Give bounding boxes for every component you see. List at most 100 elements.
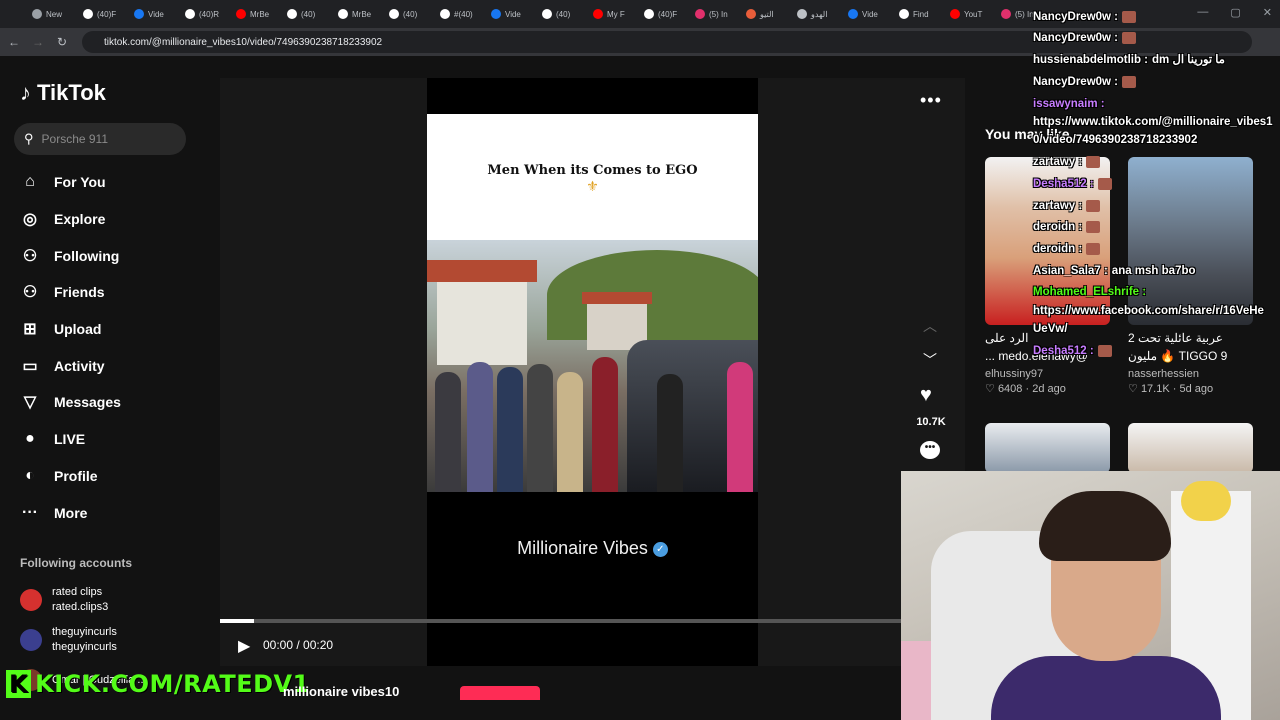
- sidebar-item-profile[interactable]: ◐ Profile: [20, 458, 190, 495]
- tab-label: Find: [913, 9, 929, 19]
- channel-name[interactable]: millionaire vibes10: [283, 684, 399, 699]
- tab-favicon-icon: [695, 9, 705, 19]
- tab-favicon-icon: [389, 9, 399, 19]
- verified-icon: ✓: [652, 541, 668, 557]
- chat-text: ana msh ba7bo: [1111, 265, 1196, 277]
- previous-video-icon[interactable]: ︿: [923, 316, 937, 336]
- tab-favicon-icon: [593, 9, 603, 19]
- sidebar-item-label: LIVE: [54, 431, 86, 448]
- chat-username: zartawy :: [1033, 200, 1083, 212]
- browser-tab[interactable]: (40)F: [638, 0, 689, 28]
- tab-label: Vide: [148, 9, 164, 19]
- compass-icon: ◎: [23, 211, 37, 229]
- browser-tab[interactable]: التيو: [740, 0, 791, 28]
- chat-message: 0/video/7496390238718233902: [1033, 133, 1197, 147]
- tab-favicon-icon: [746, 9, 756, 19]
- tab-label: (40): [556, 9, 571, 19]
- tab-favicon-icon: [542, 9, 552, 19]
- webcam-feed: [901, 471, 1280, 720]
- browser-tab[interactable]: (40): [281, 0, 332, 28]
- forward-icon[interactable]: →: [26, 35, 50, 49]
- chat-username: NancyDrew0w :: [1033, 76, 1119, 88]
- card-stats: ♡ 17.1K · 5d ago: [1128, 383, 1214, 395]
- reload-icon[interactable]: ↻: [50, 35, 74, 49]
- tiktok-logo[interactable]: ♪ TikTok: [20, 80, 106, 106]
- close-icon[interactable]: ✕: [1263, 6, 1272, 19]
- video-photo: [427, 240, 758, 492]
- card-thumbnail[interactable]: [985, 423, 1110, 473]
- video-frame[interactable]: Men When its Comes to EGO ⚜ Millionaire …: [427, 78, 758, 666]
- browser-tab[interactable]: My F: [587, 0, 638, 28]
- card-caption: عربية عائلية تحت 2 مليون 🔥 TIGGO 9: [1128, 331, 1228, 363]
- chat-message: Desha512 :: [1033, 177, 1112, 191]
- browser-tab[interactable]: (40): [383, 0, 434, 28]
- following-icon: ⚇: [22, 247, 38, 265]
- browser-tab[interactable]: Vide: [128, 0, 179, 28]
- chat-emote-icon: [1086, 220, 1101, 233]
- sidebar-item-for-you[interactable]: ⌂ For You: [20, 164, 190, 201]
- friends-icon: ⚇: [22, 284, 38, 302]
- watermark-text: Millionaire Vibes: [517, 538, 648, 558]
- minimize-icon[interactable]: —: [1197, 6, 1208, 19]
- tab-label: (5) In: [709, 9, 728, 19]
- browser-tab[interactable]: MrBe: [230, 0, 281, 28]
- play-icon[interactable]: ▶: [238, 636, 250, 656]
- browser-tab[interactable]: New: [26, 0, 77, 28]
- video-player[interactable]: Men When its Comes to EGO ⚜ Millionaire …: [220, 78, 965, 666]
- card-likes: 17.1K: [1140, 383, 1170, 395]
- progress-bar[interactable]: [220, 619, 965, 623]
- sidebar-item-upload[interactable]: ⊞ Upload: [20, 311, 190, 348]
- sidebar-item-friends[interactable]: ⚇ Friends: [20, 274, 190, 311]
- maximize-icon[interactable]: ▢: [1230, 6, 1240, 19]
- chat-message: https://www.tiktok.com/@millionaire_vibe…: [1033, 115, 1273, 129]
- sidebar-item-live[interactable]: ● LIVE: [20, 421, 190, 458]
- tab-label: (40)F: [658, 9, 678, 19]
- chat-emote-icon: [1097, 344, 1112, 357]
- tab-label: New: [46, 9, 63, 19]
- tab-favicon-icon: [134, 9, 144, 19]
- card-author: nasserhessien: [1128, 368, 1199, 380]
- browser-tab[interactable]: Vide: [485, 0, 536, 28]
- next-video-icon[interactable]: ﹀: [923, 350, 937, 370]
- browser-tab[interactable]: Vide: [842, 0, 893, 28]
- sidebar-item-more[interactable]: ··· More: [20, 494, 190, 531]
- more-icon: ···: [22, 503, 38, 521]
- tab-label: (40): [301, 9, 316, 19]
- browser-tab[interactable]: (5) In: [689, 0, 740, 28]
- chat-emote-icon: [1086, 242, 1101, 255]
- search-icon: ⚲: [24, 131, 34, 146]
- tab-label: YouT: [964, 9, 983, 19]
- search-input[interactable]: ⚲ Porsche 911: [14, 123, 186, 155]
- following-account[interactable]: rated clips rated.clips3: [20, 580, 195, 620]
- sidebar-item-label: Explore: [54, 211, 106, 228]
- browser-tab[interactable]: الهدو: [791, 0, 842, 28]
- sidebar-item-explore[interactable]: ◎ Explore: [20, 201, 190, 238]
- kick-watermark: K KICK.COM/RATEDV1: [6, 670, 310, 698]
- chat-text: https://www.facebook.com/share/r/16VeHe: [1033, 305, 1264, 317]
- chat-emote-icon: [1097, 177, 1112, 190]
- chat-emote-icon: [1122, 75, 1137, 88]
- sidebar-item-following[interactable]: ⚇ Following: [20, 237, 190, 274]
- chat-text: https://www.tiktok.com/@millionaire_vibe…: [1033, 116, 1273, 128]
- tab-favicon-icon: [83, 9, 93, 19]
- browser-tab[interactable]: (40): [536, 0, 587, 28]
- following-account[interactable]: theguyincurls theguyincurls: [20, 620, 195, 660]
- back-icon[interactable]: ←: [2, 35, 26, 49]
- card-thumbnail[interactable]: [1128, 423, 1253, 473]
- browser-tab[interactable]: (40)R: [179, 0, 230, 28]
- like-icon[interactable]: ♥: [920, 384, 932, 407]
- chat-message: deroidn :: [1033, 242, 1101, 256]
- more-options-icon[interactable]: •••: [920, 90, 942, 111]
- sidebar-item-activity[interactable]: ▭ Activity: [20, 347, 190, 384]
- kick-logo-icon: K: [6, 670, 32, 698]
- video-title: Men When its Comes to EGO: [487, 163, 698, 178]
- follow-button[interactable]: [460, 686, 540, 700]
- sidebar-item-messages[interactable]: ▽ Messages: [20, 384, 190, 421]
- comment-icon[interactable]: •••: [920, 441, 940, 459]
- browser-tab[interactable]: MrBe: [332, 0, 383, 28]
- browser-tab[interactable]: #(40): [434, 0, 485, 28]
- account-name: rated clips: [52, 586, 103, 598]
- browser-tab[interactable]: (40)F: [77, 0, 128, 28]
- browser-tab[interactable]: YouT: [944, 0, 995, 28]
- browser-tab[interactable]: Find: [893, 0, 944, 28]
